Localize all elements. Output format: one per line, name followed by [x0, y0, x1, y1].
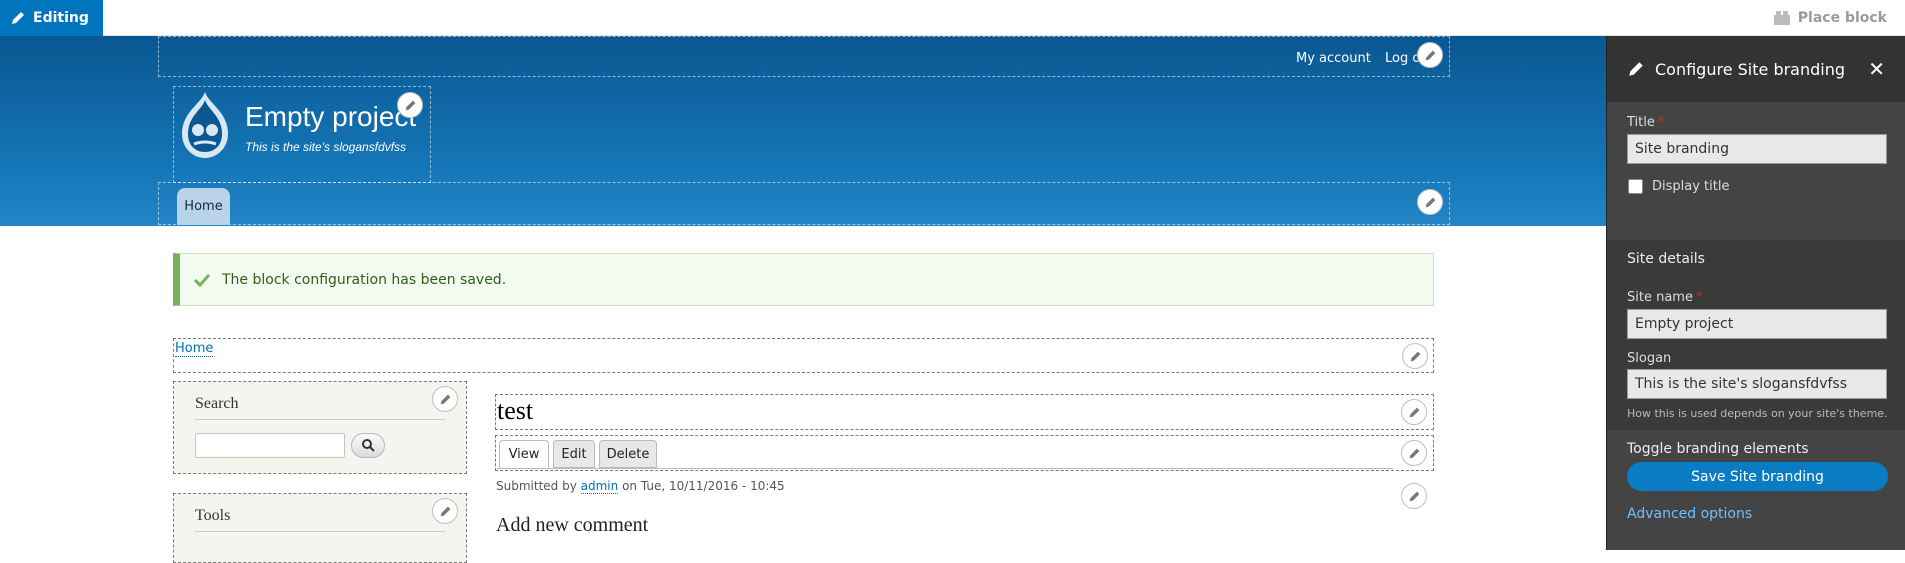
checkmark-icon — [194, 273, 210, 287]
page-title-block: test — [495, 394, 1434, 430]
tray-title: Configure Site branding — [1655, 59, 1846, 79]
site-branding-block[interactable]: Empty project This is the site's slogans… — [173, 86, 431, 183]
main-navigation-block: Home — [158, 182, 1450, 225]
site-name-label: Site name * — [1627, 290, 1703, 305]
tray-header: Configure Site branding — [1607, 36, 1905, 102]
site-name-input[interactable]: Empty project — [1627, 309, 1887, 339]
configure-block-tray: Configure Site branding ✕ Title * Site br… — [1606, 36, 1905, 550]
edit-block-icon[interactable] — [397, 92, 423, 118]
search-button[interactable] — [351, 433, 385, 458]
submitted-date: on Tue, 10/11/2016 - 10:45 — [622, 479, 785, 493]
tab-delete[interactable]: Delete — [599, 440, 657, 468]
admin-toolbar: Editing Place block — [0, 0, 1905, 36]
submitted-info: Submitted by admin on Tue, 10/11/2016 - … — [496, 479, 785, 494]
secondary-menu-block: My account Log out — [158, 36, 1450, 77]
save-site-branding-button[interactable]: Save Site branding — [1627, 462, 1888, 491]
title-label: Title * — [1627, 115, 1665, 130]
title-section: Title * Site branding Display title — [1607, 102, 1905, 240]
tools-block: Tools — [173, 493, 467, 563]
slogan-label: Slogan — [1627, 351, 1672, 366]
search-block-title: Search — [195, 395, 239, 412]
search-block: Search — [173, 381, 467, 474]
slogan-input[interactable]: This is the site's slogansfdvfss — [1627, 369, 1887, 399]
breadcrumb: Home — [173, 338, 1434, 373]
my-account-link[interactable]: My account — [1296, 51, 1371, 66]
drupal-logo-icon[interactable] — [176, 90, 234, 160]
edit-block-icon[interactable] — [1401, 440, 1427, 466]
site-details-heading: Site details — [1627, 251, 1705, 267]
tab-view[interactable]: View — [499, 440, 549, 468]
divider — [195, 419, 445, 420]
site-slogan: This is the site's slogansfdvfss — [245, 140, 407, 154]
tab-edit[interactable]: Edit — [553, 440, 595, 468]
slogan-help-text: How this is used depends on your site's … — [1627, 407, 1888, 420]
edit-content-icon[interactable] — [1401, 483, 1427, 509]
edit-block-icon[interactable] — [1402, 343, 1428, 369]
edit-block-icon[interactable] — [1417, 42, 1443, 68]
author-link[interactable]: admin — [580, 479, 619, 494]
main-nav-home[interactable]: Home — [177, 188, 230, 225]
breadcrumb-home-link[interactable]: Home — [175, 341, 214, 357]
site-header: My account Log out Empty project This is… — [0, 36, 1606, 226]
divider — [195, 531, 445, 532]
display-title-checkbox[interactable] — [1628, 179, 1643, 194]
close-icon[interactable]: ✕ — [1868, 57, 1885, 81]
edit-block-icon[interactable] — [432, 386, 458, 412]
submitted-prefix: Submitted by — [496, 479, 577, 493]
status-text: The block configuration has been saved. — [222, 271, 507, 288]
search-icon — [361, 439, 375, 452]
search-input[interactable] — [195, 433, 345, 458]
status-message: The block configuration has been saved. — [173, 253, 1434, 306]
tabs-block: View Edit Delete — [495, 435, 1434, 471]
tabs-underline — [497, 468, 1393, 469]
site-details-section: Site details Site name * Empty project Sl… — [1607, 240, 1905, 430]
add-comment-heading: Add new comment — [496, 514, 649, 536]
editing-label: Editing — [33, 10, 89, 26]
site-name[interactable]: Empty project — [245, 101, 416, 133]
pencil-icon — [12, 12, 24, 24]
block-icon — [1773, 11, 1790, 25]
place-block-label: Place block — [1797, 10, 1887, 26]
page-title: test — [497, 396, 534, 425]
toggle-branding-heading[interactable]: Toggle branding elements — [1627, 441, 1809, 457]
advanced-options-link[interactable]: Advanced options — [1627, 506, 1752, 522]
place-block-button[interactable]: Place block — [1773, 0, 1887, 36]
edit-block-icon[interactable] — [1401, 399, 1427, 425]
title-input[interactable]: Site branding — [1627, 134, 1887, 164]
display-title-label: Display title — [1652, 179, 1730, 194]
edit-block-icon[interactable] — [1417, 189, 1443, 215]
tools-block-title: Tools — [195, 507, 231, 524]
editing-toggle-button[interactable]: Editing — [0, 0, 103, 36]
pencil-icon — [1629, 62, 1643, 76]
edit-block-icon[interactable] — [432, 498, 458, 524]
